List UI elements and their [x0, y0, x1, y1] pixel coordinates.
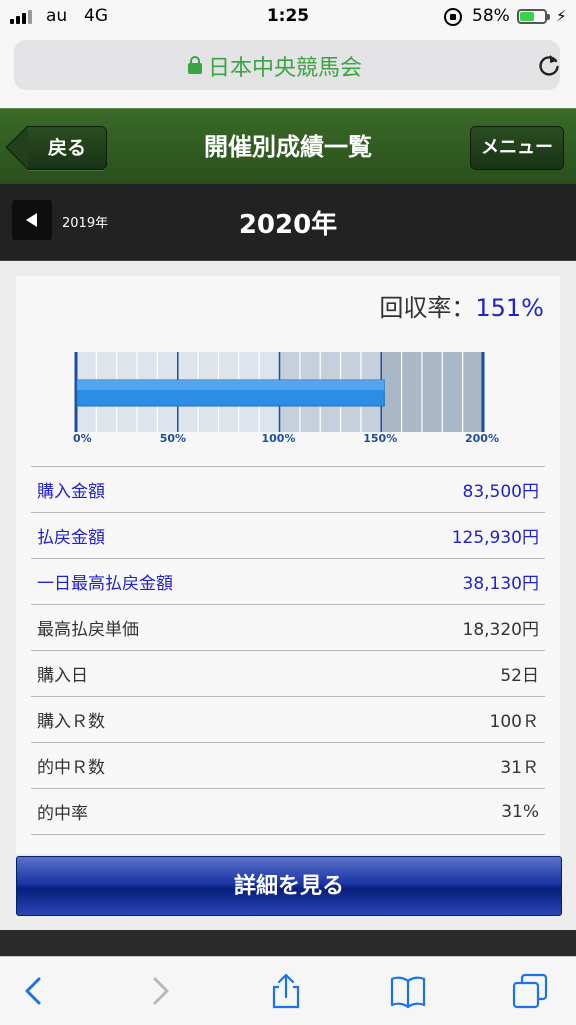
chart-tick-label: 100%	[261, 432, 296, 445]
stats-value: 38,130円	[338, 558, 545, 605]
battery-icon	[517, 9, 550, 24]
browser-address-area: 日本中央競馬会	[0, 34, 576, 109]
stats-row: 購入日 52日	[31, 650, 545, 697]
stats-label[interactable]: 購入金額	[31, 466, 339, 513]
stats-row: 的中率 31%	[31, 788, 545, 835]
tabs-icon[interactable]	[512, 973, 548, 1009]
recovery-rate-label: 回収率：	[379, 294, 476, 322]
stats-value: 52日	[338, 650, 545, 697]
stats-table: 購入金額 83,500円 払戻金額 125,930円 一日最高払戻金額 38,130円 最高…	[31, 466, 545, 835]
forward-icon[interactable]	[142, 973, 178, 1009]
chart-tick-label: 150%	[363, 432, 398, 445]
back-button[interactable]: 戻る	[28, 126, 107, 170]
stats-value: 125,930円	[338, 512, 545, 559]
stats-value: 31%	[338, 788, 545, 835]
bookmarks-icon[interactable]	[390, 973, 426, 1009]
stats-label[interactable]: 一日最高払戻金額	[31, 558, 339, 605]
recovery-bar-chart	[74, 352, 485, 432]
address-bar[interactable]: 日本中央競馬会	[14, 40, 560, 90]
charging-icon: ⚡	[556, 7, 567, 25]
chart-tick-label: 50%	[159, 432, 187, 445]
status-bar: au 4G 1:25 58% ⚡	[0, 0, 576, 34]
stats-value: 31Ｒ	[338, 742, 545, 789]
page-header: 戻る 開催別成績一覧 メニュー	[0, 108, 576, 185]
stats-value: 83,500円	[338, 466, 545, 513]
stats-label: 購入日	[31, 650, 339, 697]
chart-tick-label: 0%	[73, 432, 92, 445]
chart-tick-label: 200%	[465, 432, 499, 445]
stats-label: 購入Ｒ数	[31, 696, 339, 743]
stats-label[interactable]: 払戻金額	[31, 512, 339, 559]
battery-percent: 58%	[472, 6, 510, 26]
view-details-button[interactable]: 詳細を見る	[16, 856, 562, 916]
stats-label: 的中率	[31, 788, 339, 835]
current-year: 2020年	[238, 210, 338, 240]
site-name: 日本中央競馬会	[208, 56, 363, 81]
reload-icon[interactable]	[536, 52, 562, 78]
stats-row[interactable]: 一日最高払戻金額 38,130円	[31, 558, 545, 605]
stats-label: 最高払戻単価	[31, 604, 339, 651]
share-icon[interactable]	[268, 973, 304, 1009]
rotation-lock-icon	[444, 8, 462, 26]
chart-bg-high	[381, 352, 483, 432]
recovery-rate-value: 151%	[475, 294, 544, 322]
stats-row[interactable]: 払戻金額 125,930円	[31, 512, 545, 559]
stats-row[interactable]: 購入金額 83,500円	[31, 466, 545, 513]
stats-row: 購入Ｒ数 100Ｒ	[31, 696, 545, 743]
browser-toolbar	[0, 956, 576, 1025]
stats-row: 的中Ｒ数 31Ｒ	[31, 742, 545, 789]
back-icon[interactable]	[16, 973, 52, 1009]
menu-button[interactable]: メニュー	[470, 126, 564, 170]
stats-row: 最高払戻単価 18,320円	[31, 604, 545, 651]
stats-label: 的中Ｒ数	[31, 742, 339, 789]
recovery-bar-highlight	[77, 380, 385, 390]
stats-value: 18,320円	[338, 604, 545, 651]
lock-icon	[188, 56, 202, 74]
recovery-rate: 回収率：151%	[379, 288, 544, 323]
stats-value: 100Ｒ	[338, 696, 545, 743]
